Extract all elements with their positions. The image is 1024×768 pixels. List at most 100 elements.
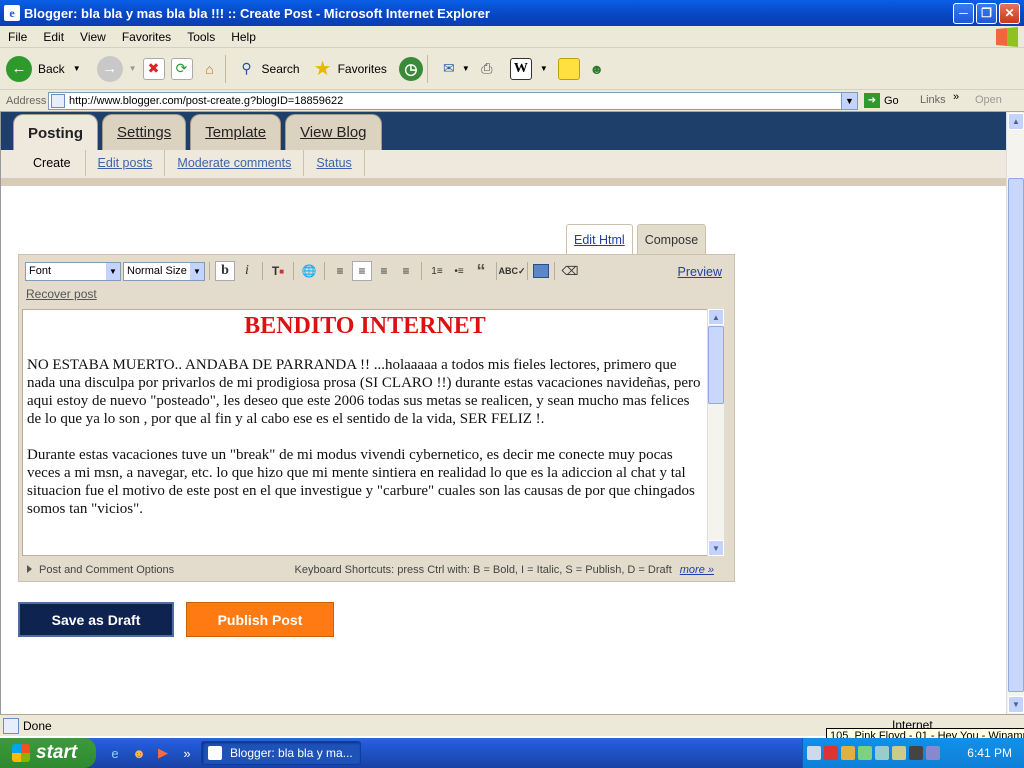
forward-button[interactable]: → ▼ (87, 55, 137, 82)
text-color-icon[interactable]: T ■ (268, 261, 288, 281)
messenger-button[interactable]: ☻ (586, 58, 608, 80)
chevron-right-icon[interactable]: » (953, 91, 959, 103)
history-button[interactable]: ◷ (398, 56, 423, 81)
bold-icon[interactable]: b (215, 261, 235, 281)
publish-post-button[interactable]: Publish Post (186, 602, 334, 637)
favorites-label: Favorites (337, 61, 387, 76)
chevron-right-icon[interactable]: » (178, 744, 196, 762)
toolbar-separator (293, 262, 294, 280)
post-options-toggle[interactable]: Post and Comment Options (27, 564, 174, 576)
antivirus-icon[interactable] (824, 746, 838, 760)
more-link[interactable]: more » (680, 564, 714, 576)
print-button[interactable]: ⎙ (476, 58, 498, 80)
link-icon[interactable]: 🌐 (299, 261, 319, 281)
maximize-button[interactable]: ❐ (976, 2, 997, 24)
subnav-status[interactable]: Status (304, 150, 365, 176)
refresh-button[interactable]: ⟳ (170, 57, 193, 80)
chevron-down-icon: ▼ (72, 64, 81, 73)
task-blogger[interactable]: Blogger: bla bla y ma... (201, 741, 361, 765)
messenger-icon[interactable] (858, 746, 872, 760)
mail-button[interactable]: ✉ ▼ (438, 58, 470, 80)
ie-icon[interactable]: e (106, 744, 124, 762)
toolbar-separator (324, 262, 325, 280)
scroll-thumb[interactable] (1008, 178, 1024, 692)
size-select[interactable]: Normal Size ▼ (123, 261, 205, 281)
scroll-down-icon[interactable]: ▼ (708, 540, 724, 556)
font-select-value: Font (29, 265, 52, 277)
back-button[interactable]: ← Back ▼ (6, 55, 81, 82)
font-select[interactable]: Font ▼ (25, 261, 121, 281)
tab-posting[interactable]: Posting (13, 114, 98, 151)
go-button[interactable]: ➜ Go (864, 93, 899, 108)
tray-app-icon[interactable] (926, 746, 940, 760)
subnav-edit-posts[interactable]: Edit posts (86, 150, 166, 176)
forward-arrow-icon: → (96, 55, 123, 82)
media-icon[interactable]: ▶ (154, 744, 172, 762)
post-paragraph: NO ESTABA MUERTO.. ANDABA DE PARRANDA !!… (27, 357, 701, 427)
scroll-up-icon[interactable]: ▲ (708, 309, 724, 325)
chevron-down-icon[interactable]: ▼ (841, 93, 857, 109)
start-button[interactable]: start (0, 738, 96, 768)
menu-favorites[interactable]: Favorites (114, 30, 179, 44)
menu-edit[interactable]: Edit (35, 30, 72, 44)
note-icon (557, 57, 580, 80)
save-draft-button[interactable]: Save as Draft (18, 602, 174, 637)
recover-post-link[interactable]: Recover post (26, 287, 97, 301)
messenger-icon[interactable]: ☻ (130, 744, 148, 762)
editor-mode-tabs: Edit Html Compose (566, 224, 707, 254)
back-arrow-icon: ← (6, 55, 32, 82)
align-right-icon[interactable]: ≡ (374, 261, 394, 281)
tab-settings[interactable]: Settings (102, 114, 187, 150)
scroll-down-icon[interactable]: ▼ (1008, 696, 1024, 713)
page-icon (51, 94, 65, 108)
bullet-list-icon[interactable]: •≡ (449, 261, 469, 281)
go-arrow-icon: ➜ (864, 93, 880, 108)
eraser-icon[interactable]: ⌫ (560, 261, 580, 281)
volume-icon[interactable] (875, 746, 889, 760)
tab-template[interactable]: Template (190, 114, 282, 150)
close-button[interactable]: ✕ (999, 2, 1020, 24)
spellcheck-icon[interactable]: ABC✓ (498, 261, 525, 281)
tab-edit-html[interactable]: Edit Html (566, 224, 633, 254)
preview-link[interactable]: Preview (678, 265, 722, 279)
page-scrollbar[interactable]: ▲ ▼ (1006, 112, 1024, 714)
main-tabs: Posting Settings Template View Blog (13, 114, 386, 151)
ie-icon (208, 746, 222, 760)
subnav-moderate-comments[interactable]: Moderate comments (165, 150, 305, 176)
italic-icon[interactable]: i (237, 261, 257, 281)
display-icon[interactable] (892, 746, 906, 760)
address-input[interactable]: http://www.blogger.com/post-create.g?blo… (48, 92, 858, 110)
discuss-button[interactable] (557, 57, 580, 80)
blockquote-icon[interactable]: “ (471, 261, 491, 281)
edit-word-button[interactable]: W ▼ (509, 57, 548, 80)
open-button[interactable]: Open (975, 94, 1002, 106)
post-body[interactable]: BENDITO INTERNET NO ESTABA MUERTO.. ANDA… (22, 309, 724, 556)
stop-icon: ✖ (142, 57, 165, 80)
stop-button[interactable]: ✖ (142, 57, 165, 80)
tray-arrow-icon[interactable] (807, 746, 821, 760)
windows-flag-icon (12, 744, 30, 762)
home-button[interactable]: ⌂ (199, 58, 221, 80)
subnav-create[interactable]: Create (1, 150, 86, 176)
menu-help[interactable]: Help (223, 30, 264, 44)
image-icon[interactable] (533, 264, 549, 278)
winamp-icon[interactable] (909, 746, 923, 760)
align-center-icon[interactable]: ≡ (352, 261, 372, 281)
links-label[interactable]: Links (920, 94, 946, 106)
menu-file[interactable]: File (0, 30, 35, 44)
scroll-thumb[interactable] (708, 326, 724, 404)
favorites-button[interactable]: ★ Favorites (312, 58, 387, 80)
editor-scrollbar[interactable]: ▲ ▼ (707, 309, 724, 556)
search-button[interactable]: ⚲ Search (236, 58, 299, 80)
tab-compose[interactable]: Compose (636, 224, 707, 254)
align-left-icon[interactable]: ≡ (330, 261, 350, 281)
scroll-up-icon[interactable]: ▲ (1008, 113, 1024, 130)
align-justify-icon[interactable]: ≡ (396, 261, 416, 281)
menu-view[interactable]: View (72, 30, 114, 44)
network-icon[interactable] (841, 746, 855, 760)
menu-tools[interactable]: Tools (179, 30, 223, 44)
minimize-button[interactable]: ─ (953, 2, 974, 24)
start-label: start (36, 742, 78, 763)
tab-view-blog[interactable]: View Blog (285, 114, 382, 150)
numbered-list-icon[interactable]: 1≡ (427, 261, 447, 281)
